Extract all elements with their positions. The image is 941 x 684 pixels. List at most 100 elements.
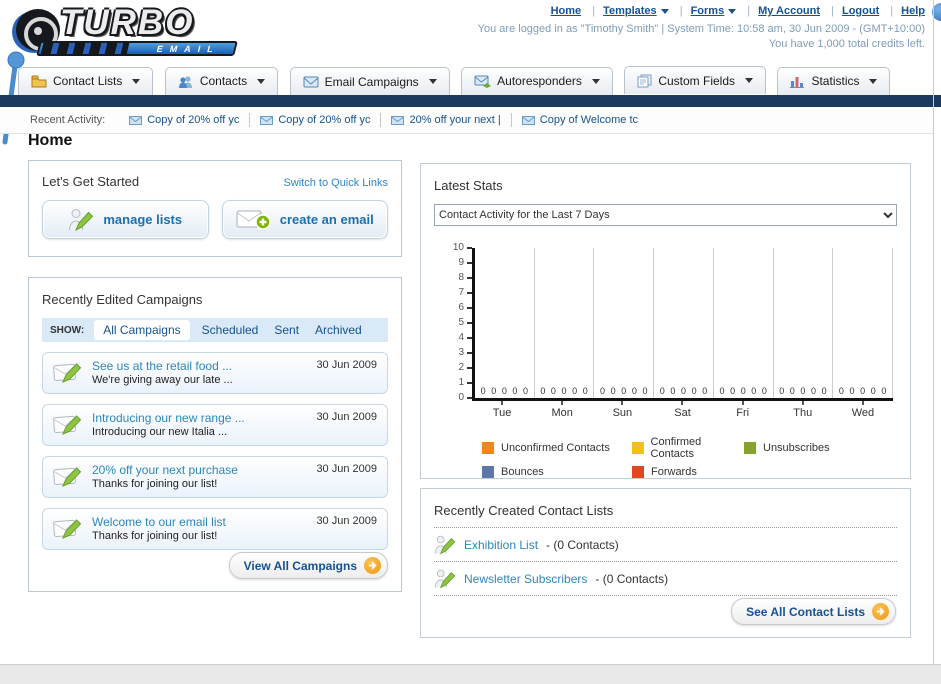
chart-group: 00000 [774, 248, 834, 398]
bar-value-label: 0 [600, 386, 606, 396]
recently-created-contact-lists-panel: Recently Created Contact Lists Exhibitio… [420, 488, 911, 638]
y-tick-label: 4 [458, 332, 464, 343]
nav-label: Contact Lists [53, 74, 123, 88]
nav-tab-email-campaigns[interactable]: Email Campaigns [289, 67, 450, 95]
recent-activity-item[interactable]: 20% off your next | [381, 114, 510, 126]
envelope-icon [521, 115, 535, 125]
tab-archived[interactable]: Archived [315, 323, 362, 337]
header-link-my-account[interactable]: My Account [758, 5, 820, 17]
recent-activity-item[interactable]: Copy of 20% off yc [250, 114, 380, 126]
page-border [933, 0, 934, 664]
tab-scheduled[interactable]: Scheduled [202, 323, 259, 337]
chart-x-label: Mon [532, 401, 592, 419]
campaign-date: 30 Jun 2009 [316, 411, 377, 423]
nav-tab-contact-lists[interactable]: Contact Lists [18, 66, 154, 95]
chart-legend: Unconfirmed Contacts Confirmed Contacts Un… [482, 436, 830, 478]
chart-group: 00000 [535, 248, 595, 398]
chevron-down-icon [660, 8, 669, 14]
legend-label: Bounces [501, 466, 544, 478]
view-all-campaigns-button[interactable]: View All Campaigns [228, 552, 388, 579]
button-label: See All Contact Lists [746, 604, 865, 619]
campaign-date: 30 Jun 2009 [316, 463, 377, 475]
create-email-button[interactable]: create an email [221, 200, 388, 239]
contact-list-link[interactable]: Exhibition List [464, 538, 538, 552]
header-link-templates[interactable]: Templates [603, 5, 657, 17]
arrow-right-icon [872, 603, 889, 620]
envelope-icon [129, 115, 143, 125]
recent-activity-bar: Recent Activity: Copy of 20% off yc Copy… [0, 107, 933, 134]
tab-sent[interactable]: Sent [274, 323, 299, 337]
campaign-row[interactable]: Welcome to our email list Thanks for joi… [42, 508, 388, 550]
bar-value-label: 0 [881, 386, 887, 396]
chevron-down-icon [257, 78, 266, 84]
contact-list-link[interactable]: Newsletter Subscribers [464, 572, 587, 586]
nav-tab-contacts[interactable]: Contacts [164, 66, 279, 95]
manage-lists-button[interactable]: manage lists [42, 200, 209, 239]
header-link-logout[interactable]: Logout [842, 5, 879, 17]
bar-value-label: 0 [740, 386, 746, 396]
campaign-title-link[interactable]: See us at the retail food ... [92, 359, 233, 373]
nav-label: Email Campaigns [324, 74, 419, 89]
bar-value-label: 0 [659, 386, 665, 396]
legend-item: Unconfirmed Contacts [482, 436, 632, 460]
campaign-title-link[interactable]: 20% off your next purchase [92, 463, 238, 477]
legend-item: Unsubscribes [744, 436, 830, 460]
bar-value-label: 0 [730, 386, 736, 396]
nav-tab-custom-fields[interactable]: Custom Fields [624, 66, 767, 94]
envelope-pencil-icon [53, 519, 82, 539]
chart-group: 00000 [714, 248, 774, 398]
folder-icon [31, 75, 47, 87]
header-link-help[interactable]: Help [901, 5, 925, 17]
legend-swatch [482, 442, 494, 454]
campaign-row[interactable]: Introducing our new range ... Introducin… [42, 404, 388, 446]
bar-value-label: 0 [670, 386, 676, 396]
tab-all-campaigns[interactable]: All Campaigns [94, 320, 190, 340]
bar-value-label: 0 [761, 386, 767, 396]
login-line: You are logged in as "Timothy Smith" | S… [477, 23, 925, 35]
campaign-title-link[interactable]: Introducing our new range ... [92, 411, 245, 425]
bar-value-label: 0 [838, 386, 844, 396]
chevron-down-icon [869, 78, 878, 84]
y-tick-label: 6 [458, 302, 464, 313]
contact-list-count: - (0 Contacts) [546, 537, 619, 552]
legend-label: Forwards [651, 466, 697, 478]
arrow-right-icon [364, 557, 381, 574]
stats-range-select[interactable]: Contact Activity for the Last 7 Days [434, 204, 897, 226]
legend-item: Confirmed Contacts [632, 436, 744, 460]
chart-x-labels: Tue Mon Sun Sat Fri Thu Wed [472, 401, 893, 419]
recent-activity-item[interactable]: Copy of 20% off yc [119, 114, 249, 126]
nav-label: Autoresponders [497, 74, 582, 88]
envelope-plus-icon [236, 210, 271, 230]
contact-lists-title: Recently Created Contact Lists [434, 503, 614, 518]
navy-strip [0, 95, 941, 107]
see-all-contact-lists-button[interactable]: See All Contact Lists [731, 598, 896, 625]
chart-group: 00000 [654, 248, 714, 398]
bar-value-label: 0 [719, 386, 725, 396]
login-info: You are logged in as "Timothy Smith" | S… [478, 22, 925, 52]
y-tick-label: 7 [458, 287, 464, 298]
campaign-row[interactable]: 20% off your next purchase Thanks for jo… [42, 456, 388, 498]
envelope-pencil-icon [53, 415, 82, 435]
campaign-subtitle: Introducing our new Italia ... [92, 426, 228, 438]
chart-x-label: Wed [833, 401, 893, 419]
recent-activity-item[interactable]: Copy of Welcome tc [512, 114, 648, 126]
contact-list-row: Exhibition List - (0 Contacts) [434, 528, 897, 561]
campaign-title-link[interactable]: Welcome to our email list [92, 515, 226, 529]
nav-tab-statistics[interactable]: Statistics [777, 66, 891, 95]
latest-stats-panel: Latest Stats Contact Activity for the La… [420, 163, 911, 479]
campaign-row[interactable]: See us at the retail food ... We're givi… [42, 352, 388, 394]
bar-value-label: 0 [501, 386, 507, 396]
header-link-home[interactable]: Home [551, 5, 582, 17]
bar-value-label: 0 [480, 386, 486, 396]
envelope-icon [303, 76, 319, 87]
y-tick-label: 10 [452, 242, 464, 253]
campaign-subtitle: Thanks for joining our list! [92, 478, 218, 490]
nav-label: Contacts [199, 74, 248, 88]
nav-tab-autoresponders[interactable]: Autoresponders [461, 66, 613, 95]
switch-quick-links-link[interactable]: Switch to Quick Links [283, 177, 388, 189]
bar-value-label: 0 [512, 386, 518, 396]
bar-value-label: 0 [789, 386, 795, 396]
header-link-forms[interactable]: Forms [691, 5, 725, 17]
chevron-down-icon [591, 78, 600, 84]
bar-chart-icon [790, 76, 805, 88]
